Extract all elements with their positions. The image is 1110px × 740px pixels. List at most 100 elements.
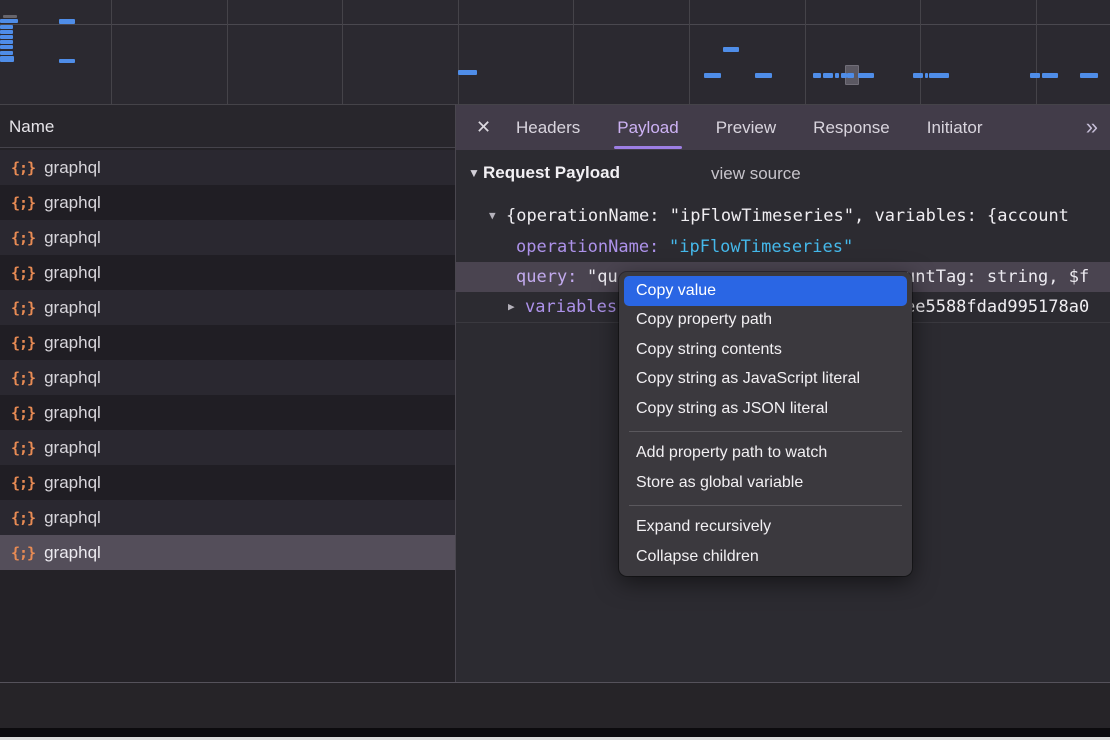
waterfall-gridline bbox=[227, 0, 228, 104]
menu-item-collapse-children[interactable]: Collapse children bbox=[624, 542, 907, 572]
root-object-preview: {operationName: "ipFlowTimeseries", vari… bbox=[506, 201, 1069, 231]
menu-separator bbox=[629, 505, 902, 506]
section-title: Request Payload bbox=[483, 163, 620, 183]
waterfall-request-bar[interactable] bbox=[847, 73, 854, 78]
waterfall-baseline bbox=[0, 24, 1110, 25]
tab-initiator[interactable]: Initiator bbox=[927, 105, 983, 150]
property-value-continued: untTag: string, $f bbox=[905, 262, 1089, 292]
request-name: graphql bbox=[44, 158, 101, 178]
waterfall-request-bar[interactable] bbox=[835, 73, 839, 78]
more-tabs-chevron-icon[interactable]: » bbox=[1086, 105, 1096, 150]
waterfall-request-bar[interactable] bbox=[925, 73, 928, 78]
fetch-json-icon: {;} bbox=[11, 544, 35, 562]
request-row[interactable]: {;}graphql bbox=[0, 290, 455, 325]
waterfall-request-bar[interactable] bbox=[0, 35, 13, 39]
waterfall-request-bar[interactable] bbox=[1042, 73, 1058, 78]
network-overview-waterfall[interactable] bbox=[0, 0, 1110, 105]
request-name: graphql bbox=[44, 263, 101, 283]
request-row[interactable]: {;}graphql bbox=[0, 185, 455, 220]
fetch-json-icon: {;} bbox=[11, 159, 35, 177]
property-key: variables bbox=[525, 292, 617, 322]
waterfall-gridline bbox=[689, 0, 690, 104]
fetch-json-icon: {;} bbox=[11, 369, 35, 387]
menu-separator bbox=[629, 431, 902, 432]
property-key: query: bbox=[516, 262, 577, 292]
menu-item-copy-string-as-javascript-literal[interactable]: Copy string as JavaScript literal bbox=[624, 365, 907, 395]
menu-item-copy-value[interactable]: Copy value bbox=[624, 276, 907, 306]
tree-row-operation-name[interactable]: operationName: "ipFlowTimeseries" bbox=[456, 232, 1110, 262]
property-key: operationName: bbox=[516, 232, 659, 262]
detail-tabs: Headers Payload Preview Response Initiat… bbox=[516, 105, 982, 150]
waterfall-request-bar[interactable] bbox=[0, 40, 13, 44]
waterfall-request-bar[interactable] bbox=[813, 73, 821, 78]
request-row[interactable]: {;}graphql bbox=[0, 325, 455, 360]
waterfall-request-bar[interactable] bbox=[458, 70, 477, 75]
waterfall-request-bar[interactable] bbox=[1080, 73, 1098, 78]
request-row[interactable]: {;}graphql bbox=[0, 500, 455, 535]
waterfall-gridline bbox=[111, 0, 112, 104]
request-name: graphql bbox=[44, 543, 101, 563]
request-row[interactable]: {;} graphql bbox=[0, 535, 455, 570]
expander-icon[interactable]: ▶ bbox=[508, 292, 515, 322]
request-name: graphql bbox=[44, 228, 101, 248]
request-row[interactable]: {;} graphql bbox=[0, 430, 455, 465]
request-payload-section-header[interactable]: ▼ Request Payload view source bbox=[456, 163, 1110, 189]
waterfall-request-bar[interactable] bbox=[929, 73, 949, 78]
tab-preview[interactable]: Preview bbox=[716, 105, 776, 150]
view-source-link[interactable]: view source bbox=[711, 164, 801, 184]
waterfall-request-bar[interactable] bbox=[59, 59, 75, 64]
request-row[interactable]: {;} graphql bbox=[0, 465, 455, 500]
waterfall-gridline bbox=[573, 0, 574, 104]
tab-response[interactable]: Response bbox=[813, 105, 890, 150]
waterfall-request-bar[interactable] bbox=[755, 73, 772, 78]
request-name: graphql bbox=[44, 193, 101, 213]
request-row[interactable]: {;}graphql bbox=[0, 220, 455, 255]
waterfall-request-bar[interactable] bbox=[0, 51, 13, 55]
property-value: "ipFlowTimeseries" bbox=[669, 232, 853, 262]
fetch-json-icon: {;} bbox=[11, 474, 35, 492]
menu-item-copy-string-as-json-literal[interactable]: Copy string as JSON literal bbox=[624, 394, 907, 424]
waterfall-gridline bbox=[1036, 0, 1037, 104]
tab-payload[interactable]: Payload bbox=[617, 105, 678, 150]
waterfall-request-bar[interactable] bbox=[59, 19, 75, 24]
request-name: graphql bbox=[44, 403, 101, 423]
waterfall-request-bar[interactable] bbox=[858, 73, 874, 78]
collapse-triangle-icon[interactable]: ▼ bbox=[468, 166, 480, 180]
waterfall-request-bar[interactable] bbox=[0, 30, 13, 34]
fetch-json-icon: {;} bbox=[11, 404, 35, 422]
tree-row-root[interactable]: ▼ {operationName: "ipFlowTimeseries", va… bbox=[456, 201, 1110, 231]
close-icon[interactable]: ✕ bbox=[476, 105, 491, 150]
request-name: graphql bbox=[44, 473, 101, 493]
waterfall-request-bar[interactable] bbox=[723, 47, 739, 52]
waterfall-request-bar[interactable] bbox=[704, 73, 721, 78]
menu-item-copy-property-path[interactable]: Copy property path bbox=[624, 306, 907, 336]
tab-headers[interactable]: Headers bbox=[516, 105, 580, 150]
menu-item-expand-recursively[interactable]: Expand recursively bbox=[624, 513, 907, 543]
menu-item-add-property-path-to-watch[interactable]: Add property path to watch bbox=[624, 439, 907, 469]
waterfall-request-bar[interactable] bbox=[1030, 73, 1040, 78]
menu-item-store-as-global-variable[interactable]: Store as global variable bbox=[624, 468, 907, 498]
request-row[interactable]: {;} graphql bbox=[0, 255, 455, 290]
waterfall-gray-bar bbox=[3, 15, 17, 18]
waterfall-request-bar[interactable] bbox=[913, 73, 923, 78]
waterfall-request-bar[interactable] bbox=[0, 45, 13, 49]
waterfall-request-bar[interactable] bbox=[823, 73, 833, 78]
fetch-json-icon: {;} bbox=[11, 264, 35, 282]
waterfall-request-bar[interactable] bbox=[0, 25, 13, 29]
expander-icon[interactable]: ▼ bbox=[489, 201, 496, 231]
request-row[interactable]: {;}graphql bbox=[0, 360, 455, 395]
bottom-bar bbox=[0, 728, 1110, 737]
menu-item-copy-string-contents[interactable]: Copy string contents bbox=[624, 335, 907, 365]
request-name: graphql bbox=[44, 298, 101, 318]
request-name: graphql bbox=[44, 508, 101, 528]
request-list-panel: Name {;} graphql {;} graphql {;} graphql {;} gr… bbox=[0, 105, 455, 682]
request-row[interactable]: {;} graphql bbox=[0, 150, 455, 185]
waterfall-request-bar[interactable] bbox=[0, 19, 18, 23]
fetch-json-icon: {;} bbox=[11, 334, 35, 352]
fetch-json-icon: {;} bbox=[11, 439, 35, 457]
waterfall-request-bar[interactable] bbox=[0, 56, 14, 62]
request-row[interactable]: {;} graphql bbox=[0, 395, 455, 430]
property-value-continued: ee5588fdad995178a0 bbox=[905, 292, 1089, 322]
request-name: graphql bbox=[44, 438, 101, 458]
name-column-header[interactable]: Name bbox=[0, 105, 455, 148]
